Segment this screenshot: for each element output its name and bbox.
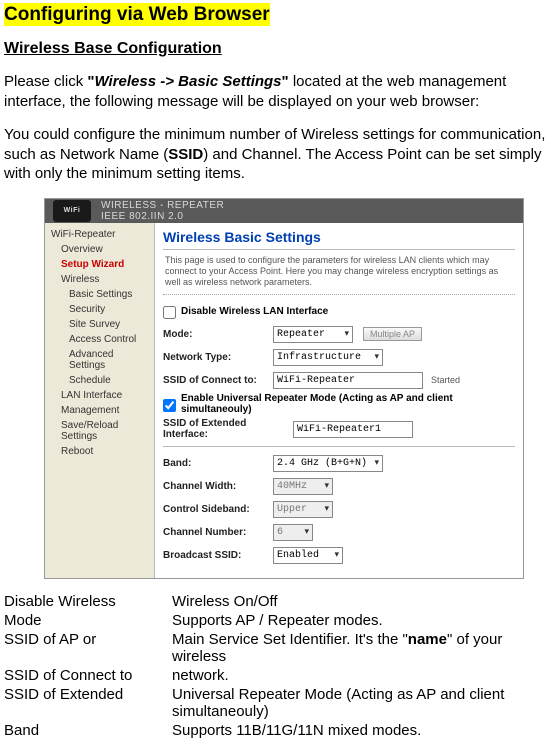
sidebar-item[interactable]: Advanced Settings: [45, 347, 154, 373]
sidebar-item[interactable]: WiFi-Repeater: [45, 227, 154, 242]
network-type-select[interactable]: Infrastructure: [273, 349, 383, 366]
desc-key: Mode: [4, 612, 164, 629]
band-label: Band:: [163, 458, 273, 469]
desc-key: Band: [4, 722, 164, 739]
ssid-bold: SSID: [168, 146, 203, 163]
topbar: WiFi WIRELESS - REPEATER IEEE 802.IIN 2.…: [45, 199, 523, 223]
desc-val: network.: [172, 667, 555, 684]
paragraph-1: Please click "Wireless -> Basic Settings…: [4, 72, 555, 111]
sidebar-item[interactable]: Site Survey: [45, 317, 154, 332]
ssid-ext-label: SSID of Extended Interface:: [163, 418, 293, 440]
sidebar-item[interactable]: LAN Interface: [45, 388, 154, 403]
content-panel: Wireless Basic Settings This page is use…: [155, 223, 523, 579]
ssid-ext-input[interactable]: [293, 421, 413, 438]
sidebar-item[interactable]: Wireless: [45, 272, 154, 287]
channel-width-select[interactable]: 40MHz: [273, 478, 333, 495]
control-sideband-select[interactable]: Upper: [273, 501, 333, 518]
para1-prefix: Please click: [4, 73, 87, 90]
sidebar-item[interactable]: Setup Wizard: [45, 257, 154, 272]
quote-close: ": [282, 73, 289, 90]
embedded-screenshot: WiFi WIRELESS - REPEATER IEEE 802.IIN 2.…: [44, 198, 524, 580]
section-subtitle: Wireless Base Configuration: [4, 40, 555, 58]
control-sideband-label: Control Sideband:: [163, 504, 273, 515]
enable-ur-label: Enable Universal Repeater Mode (Acting a…: [181, 393, 515, 415]
sidebar-item[interactable]: Reboot: [45, 444, 154, 459]
started-text: Started: [431, 375, 460, 385]
sidebar-item[interactable]: Basic Settings: [45, 287, 154, 302]
channel-number-select[interactable]: 6: [273, 524, 313, 541]
channel-number-label: Channel Number:: [163, 527, 273, 538]
sidebar-item[interactable]: Access Control: [45, 332, 154, 347]
broadcast-ssid-select[interactable]: Enabled: [273, 547, 343, 564]
desc-val: Wireless On/Off: [172, 593, 555, 610]
mode-select[interactable]: Repeater: [273, 326, 353, 343]
disable-row: Disable Wireless LAN Interface: [163, 301, 515, 321]
sidebar-item[interactable]: Management: [45, 403, 154, 418]
sidebar: WiFi-RepeaterOverviewSetup WizardWireles…: [45, 223, 155, 579]
multiple-ap-button[interactable]: Multiple AP: [363, 327, 422, 341]
quote-open: ": [87, 73, 94, 90]
topbar-line1: WIRELESS - REPEATER: [101, 200, 224, 211]
enable-ur-checkbox[interactable]: [163, 399, 176, 412]
channel-width-label: Channel Width:: [163, 481, 273, 492]
topbar-line2: IEEE 802.IIN 2.0: [101, 211, 224, 222]
r3-a: Main Service Set Identifier. It's the ": [172, 631, 408, 648]
wifi-repeater-logo: WiFi: [53, 200, 91, 222]
sidebar-item[interactable]: Schedule: [45, 373, 154, 388]
network-type-label: Network Type:: [163, 352, 273, 363]
ssid-connect-label: SSID of Connect to:: [163, 375, 273, 386]
page-title: Configuring via Web Browser: [4, 3, 270, 26]
desc-val: Main Service Set Identifier. It's the "n…: [172, 631, 555, 665]
mode-label: Mode:: [163, 329, 273, 340]
desc-val: Universal Repeater Mode (Acting as AP an…: [172, 686, 555, 720]
desc-key: SSID of Extended: [4, 686, 164, 720]
nav-path: Wireless -> Basic Settings: [95, 73, 282, 90]
disable-label: Disable Wireless LAN Interface: [181, 306, 328, 317]
sidebar-item[interactable]: Security: [45, 302, 154, 317]
desc-key: SSID of Connect to: [4, 667, 164, 684]
panel-title: Wireless Basic Settings: [163, 229, 515, 250]
broadcast-ssid-label: Broadcast SSID:: [163, 550, 273, 561]
sidebar-item[interactable]: Save/Reload Settings: [45, 418, 154, 444]
disable-checkbox[interactable]: [163, 306, 176, 319]
paragraph-2: You could configure the minimum number o…: [4, 125, 555, 184]
desc-val: Supports 11B/11G/11N mixed modes.: [172, 722, 555, 739]
panel-description: This page is used to configure the param…: [163, 250, 515, 296]
sidebar-item[interactable]: Overview: [45, 242, 154, 257]
desc-key: SSID of AP or: [4, 631, 164, 665]
desc-key: Disable Wireless: [4, 593, 164, 610]
band-select[interactable]: 2.4 GHz (B+G+N): [273, 455, 383, 472]
desc-val: Supports AP / Repeater modes.: [172, 612, 555, 629]
separator: [163, 446, 515, 447]
r3-name: name: [408, 631, 447, 648]
description-table: Disable Wireless Wireless On/Off Mode Su…: [4, 593, 555, 739]
ssid-connect-input[interactable]: [273, 372, 423, 389]
